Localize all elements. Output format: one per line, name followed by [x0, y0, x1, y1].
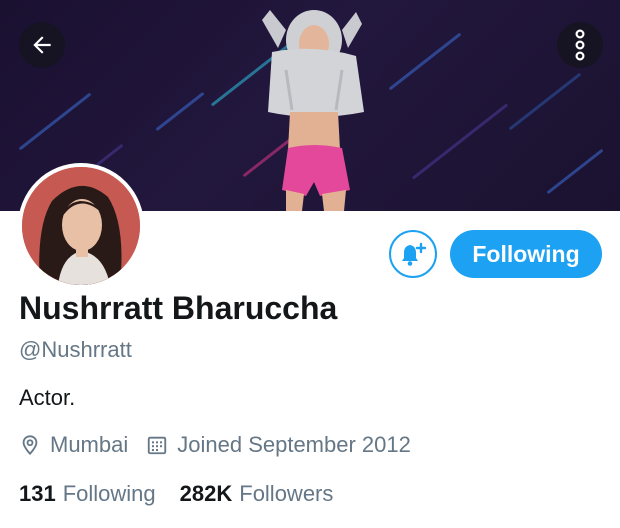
- followers-label: Followers: [239, 481, 334, 506]
- profile-handle: @Nushrratt: [19, 337, 132, 362]
- followers-count: 282K: [179, 481, 233, 506]
- joined-item: Joined September 2012: [146, 432, 411, 458]
- more-options-button[interactable]: [557, 22, 603, 68]
- notifications-button[interactable]: [389, 230, 437, 278]
- location-pin-icon: [22, 435, 38, 456]
- back-button[interactable]: [19, 22, 65, 68]
- profile-meta: Mumbai Joined September 2012: [19, 432, 411, 458]
- profile-bio: Actor.: [19, 385, 76, 410]
- following-label: Following: [62, 481, 156, 506]
- location-item: Mumbai: [19, 432, 128, 458]
- calendar-icon: [148, 436, 167, 455]
- following-button[interactable]: Following: [450, 230, 602, 278]
- profile-name: Nushrratt Bharuccha: [19, 290, 338, 326]
- bell-plus-icon: [402, 242, 427, 266]
- followers-stat[interactable]: 282K Followers: [180, 481, 334, 507]
- arrow-left-icon: [33, 36, 51, 54]
- following-stat[interactable]: 131 Following: [19, 481, 156, 507]
- avatar-photo: [22, 167, 140, 285]
- profile-stats: 131 Following 282K Followers: [19, 481, 333, 507]
- location-text: Mumbai: [50, 432, 129, 457]
- more-vertical-icon: [575, 29, 585, 61]
- joined-text: Joined September 2012: [177, 432, 411, 457]
- avatar[interactable]: [18, 163, 144, 289]
- following-count: 131: [19, 481, 56, 506]
